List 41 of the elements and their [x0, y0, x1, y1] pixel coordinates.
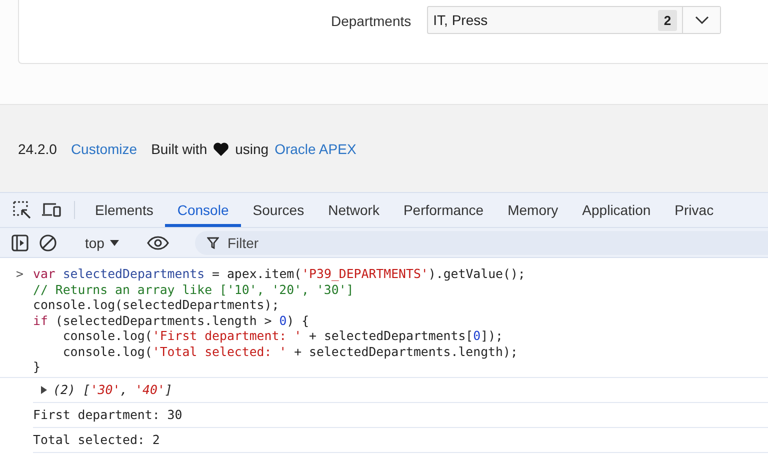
log-output: Total selected: 2	[33, 432, 160, 447]
devtools-tab[interactable]: Memory	[496, 193, 570, 227]
devtools-tab[interactable]: Privac	[662, 193, 726, 227]
inspect-icon	[13, 201, 31, 219]
eye-icon	[147, 236, 170, 250]
device-icon	[41, 202, 61, 218]
code-line: console.log('Total selected: ' + selectedDepartments.length);	[62, 344, 519, 359]
filter-icon	[207, 236, 220, 248]
code-line: var selectedDepartments = apex.item('P39_DEPARTMENTS').getValue();	[33, 266, 526, 282]
array-output[interactable]: (2) ['30', '40']	[53, 382, 172, 397]
code-line: // Returns an array like ['10', '20', '30']	[33, 282, 355, 297]
devtools-tab[interactable]: Network	[316, 193, 392, 227]
devtools-tab[interactable]: Application	[570, 193, 663, 227]
heart-icon	[213, 142, 230, 156]
input-prompt: >	[16, 266, 24, 283]
built-with-text: Built with	[151, 140, 208, 156]
customize-link[interactable]: Customize	[70, 140, 138, 156]
selection-count: 2	[658, 10, 678, 30]
devtools-tab[interactable]: Sources	[240, 193, 316, 227]
oracle-apex-link[interactable]: Oracle APEX	[274, 140, 356, 156]
caret-icon	[110, 240, 120, 246]
devtools-tab[interactable]: Performance	[391, 193, 496, 227]
code-line: if (selectedDepartments.length > 0) {	[33, 312, 310, 328]
context-selector[interactable]: top	[79, 234, 126, 250]
chevron-down-icon	[694, 16, 709, 24]
clear-icon	[39, 234, 57, 252]
filter-field[interactable]: Filter	[195, 230, 768, 254]
version-text: 24.2.0	[18, 140, 57, 156]
sidebar-icon	[11, 234, 29, 252]
code-line: }	[33, 359, 42, 374]
field-label: Departments	[331, 13, 412, 29]
devtools-tab[interactable]: Elements	[83, 193, 166, 227]
select-value: IT, Press	[432, 12, 489, 28]
collapsed-triangle-icon[interactable]	[41, 386, 47, 394]
using-text: using	[235, 140, 269, 156]
code-line: console.log('First department: ' + selectedDepartments[0]);	[62, 328, 504, 344]
log-output: First department: 30	[33, 407, 182, 422]
filter-placeholder: Filter	[227, 234, 259, 250]
code-line: console.log(selectedDepartments);	[33, 297, 280, 312]
departments-select[interactable]: IT, Press 2	[427, 6, 722, 34]
dropdown-button[interactable]	[682, 7, 720, 33]
